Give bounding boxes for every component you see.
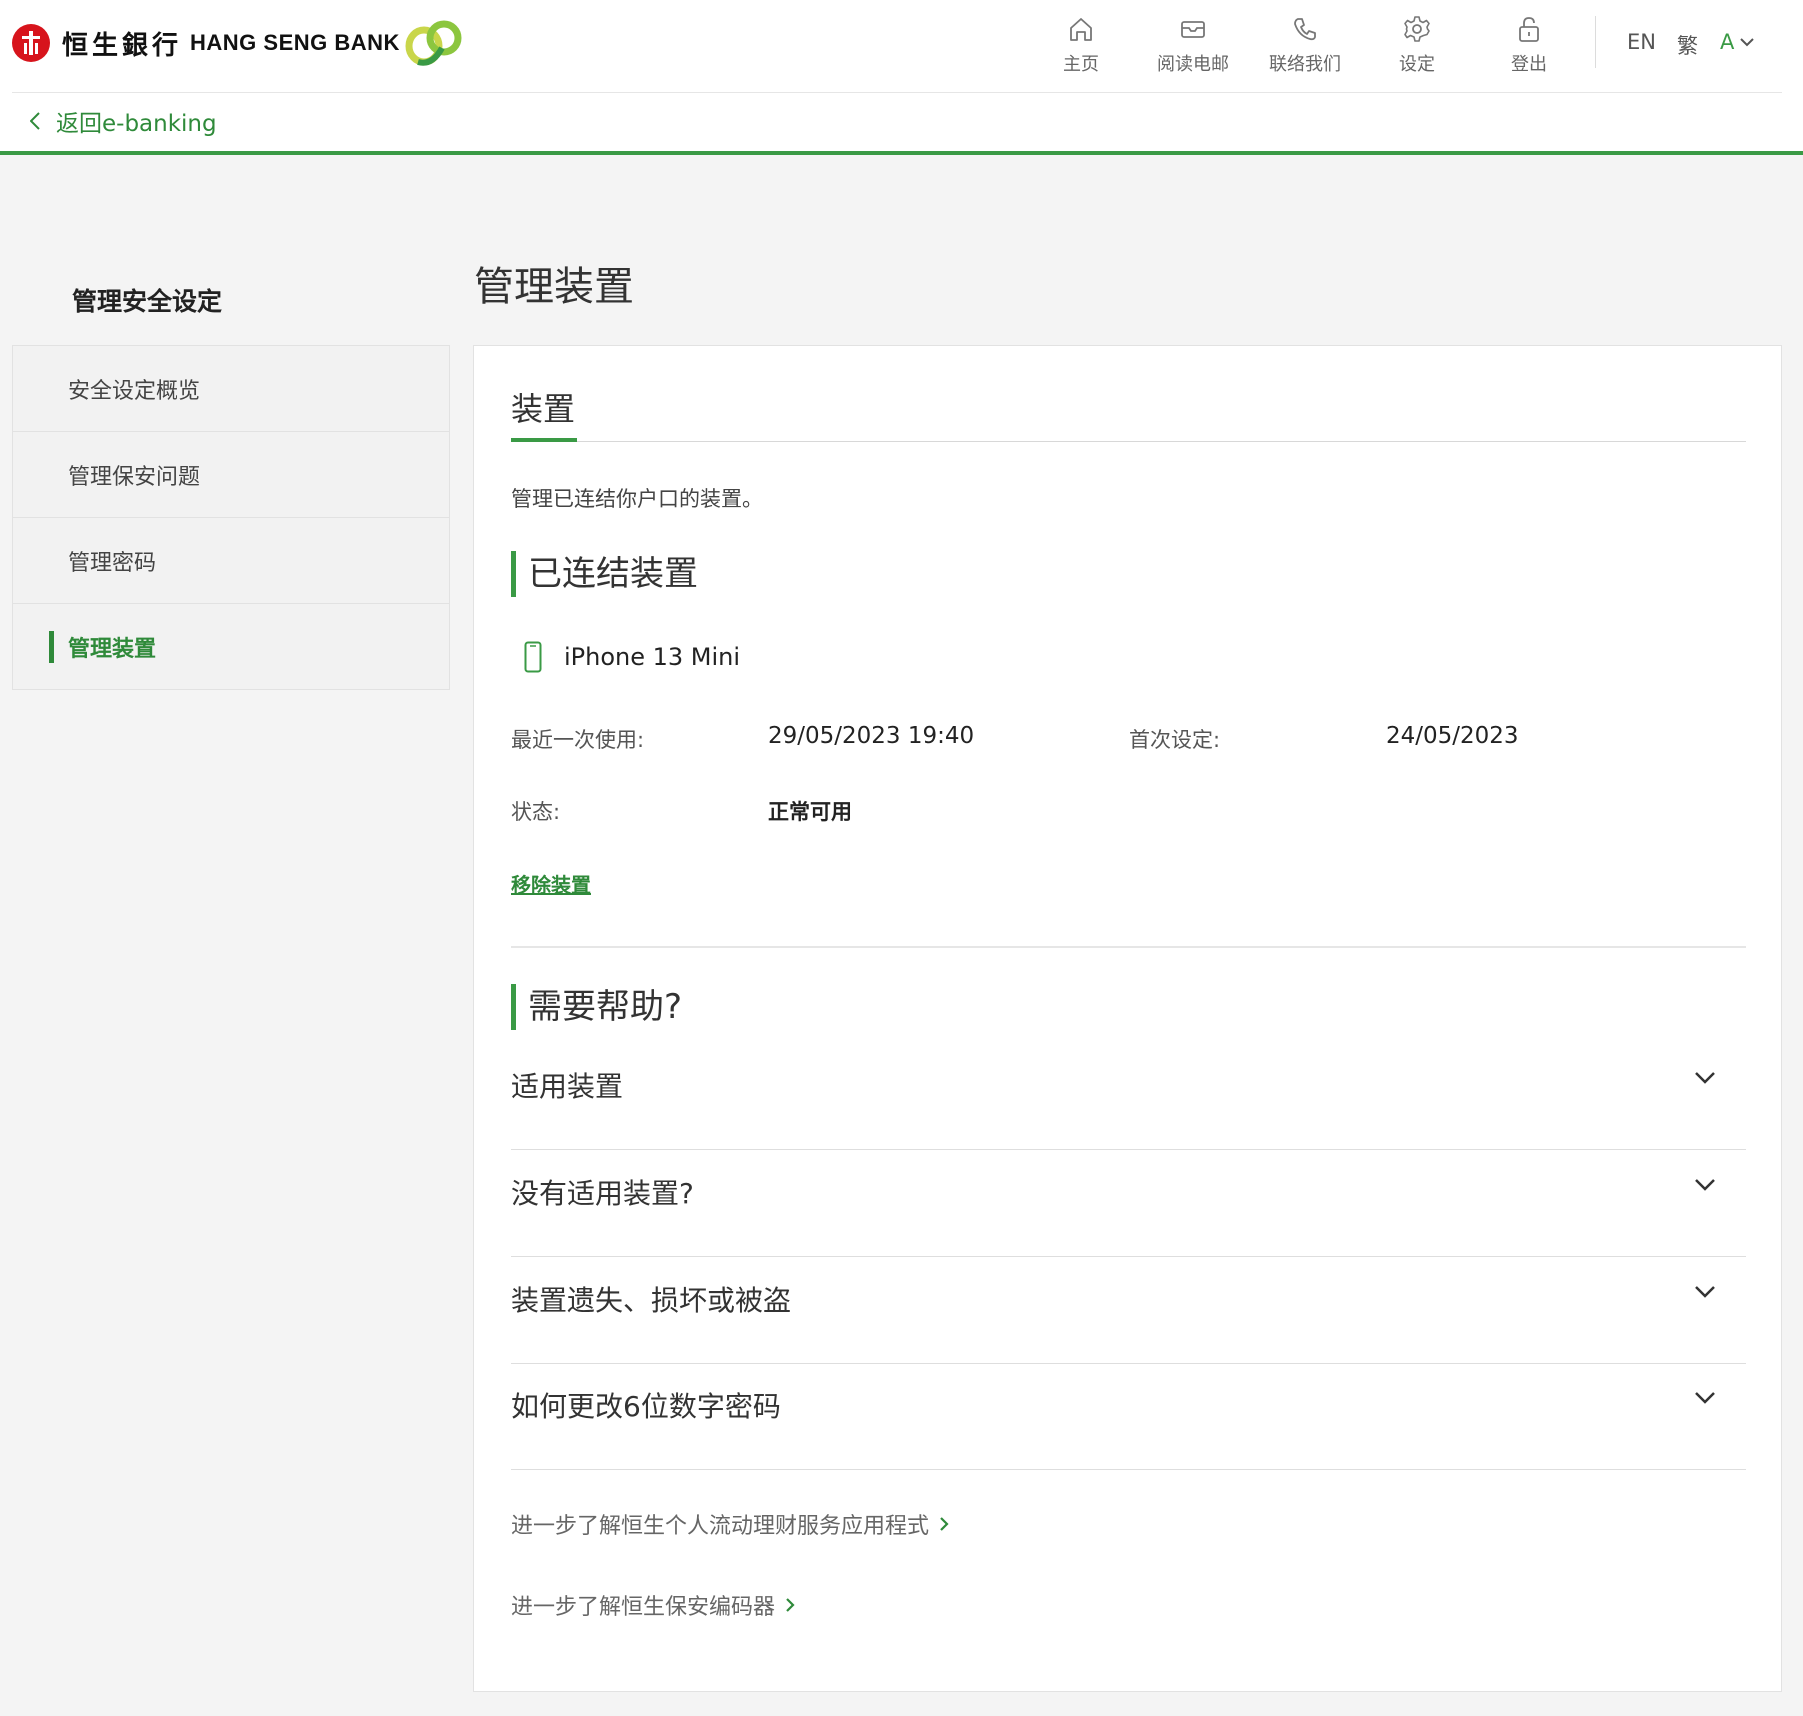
chevron-down-icon (1695, 1286, 1715, 1298)
hang-seng-emblem-icon (12, 24, 50, 62)
sidebar-item-password[interactable]: 管理密码 (13, 518, 449, 604)
devices-card: 装置 管理已连结你户口的装置。 已连结装置 iPhone 13 Mini 最近一… (473, 345, 1782, 1692)
last-used-label: 最近一次使用: (511, 728, 645, 752)
sidebar-menu: 安全设定概览 管理保安问题 管理密码 管理装置 (12, 345, 450, 690)
top-header: 恒生銀行 HANG SENG BANK 主页 阅读电邮 联络我们 设定 登出 E… (0, 0, 1803, 155)
faq-label: 如何更改6位数字密码 (511, 1390, 781, 1423)
chevron-down-icon (1695, 1179, 1715, 1191)
learn-more-security-device-link[interactable]: 进一步了解恒生保安编码器 (511, 1589, 795, 1621)
sidebar-item-label: 管理保安问题 (68, 464, 201, 490)
language-english[interactable]: EN (1627, 30, 1656, 54)
first-setup-label: 首次设定: (1129, 728, 1221, 752)
nav-contact[interactable]: 联络我们 (1249, 14, 1361, 80)
last-used-value: 29/05/2023 19:40 (768, 723, 975, 749)
section-divider (511, 946, 1746, 948)
nav-logout[interactable]: 登出 (1473, 14, 1585, 80)
sidebar-item-security-questions[interactable]: 管理保安问题 (13, 432, 449, 518)
learn-more-mobile-app-link[interactable]: 进一步了解恒生个人流动理财服务应用程式 (511, 1508, 949, 1540)
faq-label: 装置遗失、损坏或被盗 (511, 1284, 792, 1317)
sidebar-item-label: 管理装置 (68, 637, 157, 662)
font-size-selector[interactable]: A (1720, 30, 1755, 54)
back-to-ebanking-link[interactable]: 返回e-banking (30, 104, 217, 138)
logo-english-text: HANG SENG BANK (190, 30, 400, 55)
tab-devices[interactable]: 装置 (511, 384, 578, 442)
unlock-icon (1519, 17, 1539, 42)
sidebar-title: 管理安全设定 (72, 287, 223, 316)
smartphone-icon (524, 641, 542, 673)
chevron-down-icon (1695, 1392, 1715, 1404)
chevron-down-icon (1740, 38, 1755, 47)
faq-no-compatible-device[interactable]: 没有适用装置? (511, 1150, 1746, 1257)
chevron-down-icon (1695, 1072, 1715, 1084)
nav-logout-label: 登出 (1511, 54, 1547, 75)
language-traditional-chinese[interactable]: 繁 (1677, 30, 1698, 60)
faq-label: 没有适用装置? (511, 1177, 694, 1210)
sidebar-item-label: 安全设定概览 (68, 378, 201, 404)
header-separator (12, 92, 1782, 93)
learn-more-label: 进一步了解恒生个人流动理财服务应用程式 (511, 1514, 930, 1539)
faq-compatible-devices[interactable]: 适用装置 (511, 1043, 1746, 1150)
tab-bar: 装置 (511, 384, 1746, 442)
faq-device-lost-damaged-stolen[interactable]: 装置遗失、损坏或被盗 (511, 1257, 1746, 1364)
nav-home[interactable]: 主页 (1025, 14, 1137, 80)
chevron-right-icon (786, 1598, 795, 1612)
logo-chinese-text: 恒生銀行 (62, 30, 183, 61)
chevron-right-icon (940, 1517, 949, 1531)
nav-mail[interactable]: 阅读电邮 (1137, 14, 1249, 80)
status-value: 正常可用 (768, 800, 852, 824)
phone-icon (1294, 18, 1316, 41)
faq-label: 适用装置 (511, 1070, 624, 1103)
nav-settings-label: 设定 (1399, 54, 1435, 75)
chevron-left-icon (30, 112, 40, 130)
faq-change-6-digit-pin[interactable]: 如何更改6位数字密码 (511, 1363, 1746, 1470)
font-size-label: A (1720, 30, 1735, 54)
status-label: 状态: (511, 800, 561, 824)
90th-anniversary-logo-icon (402, 18, 466, 68)
remove-device-link[interactable]: 移除装置 (511, 869, 591, 898)
bank-logo[interactable]: 恒生銀行 HANG SENG BANK (12, 24, 400, 62)
sidebar-item-label: 管理密码 (68, 550, 157, 576)
help-heading: 需要帮助? (511, 984, 682, 1030)
nav-settings[interactable]: 设定 (1361, 14, 1473, 80)
sidebar-item-devices[interactable]: 管理装置 (13, 604, 449, 690)
description-text: 管理已连结你户口的装置。 (511, 487, 763, 511)
device-name: iPhone 13 Mini (564, 643, 741, 671)
first-setup-value: 24/05/2023 (1386, 723, 1519, 749)
nav-home-label: 主页 (1063, 54, 1099, 75)
linked-devices-heading: 已连结装置 (511, 551, 698, 597)
sidebar-item-security-overview[interactable]: 安全设定概览 (13, 346, 449, 432)
learn-more-label: 进一步了解恒生保安编码器 (511, 1595, 776, 1620)
back-link-label: 返回e-banking (56, 111, 217, 137)
home-icon (1070, 18, 1092, 41)
nav-contact-label: 联络我们 (1269, 54, 1341, 75)
gear-icon (1404, 16, 1430, 42)
mail-icon (1181, 21, 1205, 38)
nav-divider (1595, 16, 1596, 68)
top-nav: 主页 阅读电邮 联络我们 设定 登出 (1025, 14, 1585, 80)
nav-mail-label: 阅读电邮 (1157, 54, 1229, 75)
device-entry: iPhone 13 Mini (524, 641, 740, 673)
page-title: 管理装置 (474, 264, 634, 310)
